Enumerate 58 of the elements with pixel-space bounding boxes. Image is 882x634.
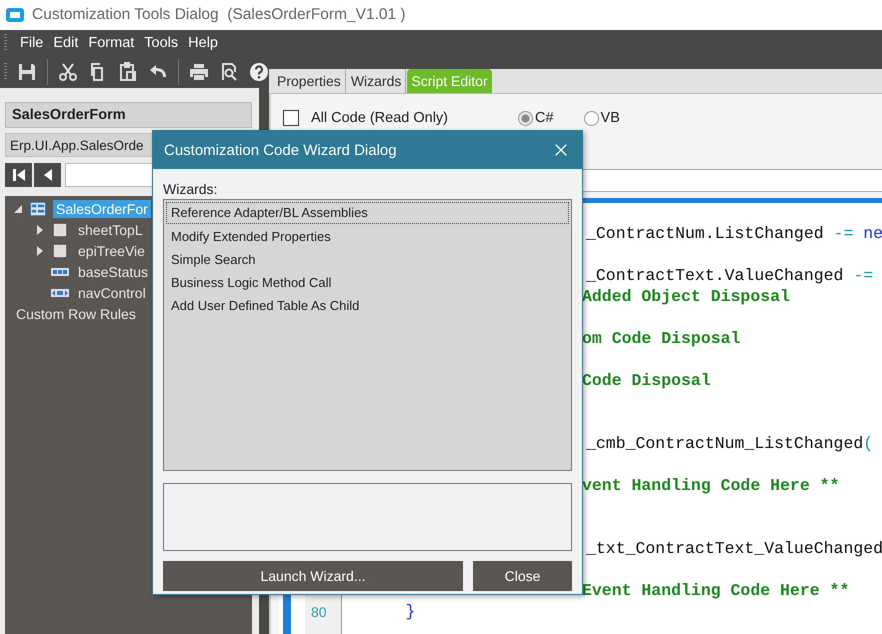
wizard-item[interactable]: Add User Defined Table As Child [166, 295, 569, 317]
magnifier-icon[interactable] [219, 62, 239, 82]
form-name-field: SalesOrderForm [5, 102, 252, 128]
expanded-arrow-icon[interactable] [13, 204, 23, 214]
clipboard-icon[interactable] [118, 62, 138, 82]
launch-wizard-button[interactable]: Launch Wizard... [163, 561, 463, 591]
list-label: Wizards: [163, 181, 218, 199]
first-record-button[interactable] [5, 163, 32, 187]
radio-label: C# [535, 110, 554, 126]
menu-item[interactable]: Format [83, 34, 140, 50]
close-icon[interactable] [554, 143, 568, 157]
radio-button[interactable] [584, 110, 599, 126]
tree-node[interactable]: baseStatus [75, 262, 152, 280]
code-text: ( [863, 434, 874, 453]
app-icon [6, 8, 24, 22]
collapsed-arrow-icon[interactable] [35, 224, 45, 234]
code-comment: Code Disposal [582, 371, 711, 390]
code-text: _ContractText.ValueChanged [585, 266, 844, 285]
code-comment: om Code Disposal [582, 329, 740, 348]
tree-item[interactable]: Custom Row Rules [13, 304, 139, 322]
tree-node[interactable]: epiTreeVie [75, 242, 148, 260]
menu-item[interactable]: Help [183, 34, 223, 50]
menu-item[interactable]: Tools [139, 34, 184, 50]
sheet-icon [51, 244, 69, 258]
code-text: ne [863, 224, 882, 243]
checkbox[interactable] [283, 110, 299, 126]
code-text: _ContractNum.ListChanged [585, 224, 825, 243]
wizard-item[interactable]: Modify Extended Properties [166, 225, 569, 247]
wizard-item[interactable]: Business Logic Method Call [166, 272, 569, 294]
checkbox-label: All Code (Read Only) [311, 110, 448, 126]
previous-record-button[interactable] [34, 163, 61, 187]
code-text: -= [834, 224, 854, 243]
code-text: _cmb_ContractNum_ListChanged [585, 434, 864, 453]
tree-node[interactable]: navControl [75, 284, 149, 302]
code-text: } [404, 602, 416, 621]
code-text: _txt_ContractText_ValueChanged [585, 539, 882, 558]
radio-button[interactable] [518, 110, 533, 126]
help-icon[interactable] [249, 62, 269, 82]
code-comment: vent Handling Code Here ** [582, 476, 840, 495]
code-comment: Event Handling Code Here ** [582, 581, 850, 600]
tree-node[interactable]: sheetTopL [75, 220, 146, 238]
close-button[interactable]: Close [473, 561, 572, 591]
form-icon [29, 202, 47, 216]
line-number: 80 [310, 604, 328, 620]
window-title: Customization Tools Dialog (SalesOrderForm_V1.01 ) [32, 6, 406, 24]
wizard-item[interactable]: Reference Adapter/BL Assemblies [166, 202, 569, 224]
skip-back-icon [10, 167, 26, 183]
save-icon[interactable] [17, 62, 37, 82]
print-icon[interactable] [189, 62, 209, 82]
code-comment: Added Object Disposal [582, 287, 790, 306]
menu-item[interactable]: File [15, 34, 48, 50]
code-text: -= [853, 266, 874, 285]
menu-item[interactable]: Edit [48, 34, 84, 50]
collapsed-arrow-icon[interactable] [35, 246, 45, 256]
radio-label: VB [600, 110, 620, 126]
scissors-icon[interactable] [58, 62, 78, 82]
sheet-icon [51, 222, 69, 236]
wizard-item[interactable]: Simple Search [166, 248, 569, 270]
